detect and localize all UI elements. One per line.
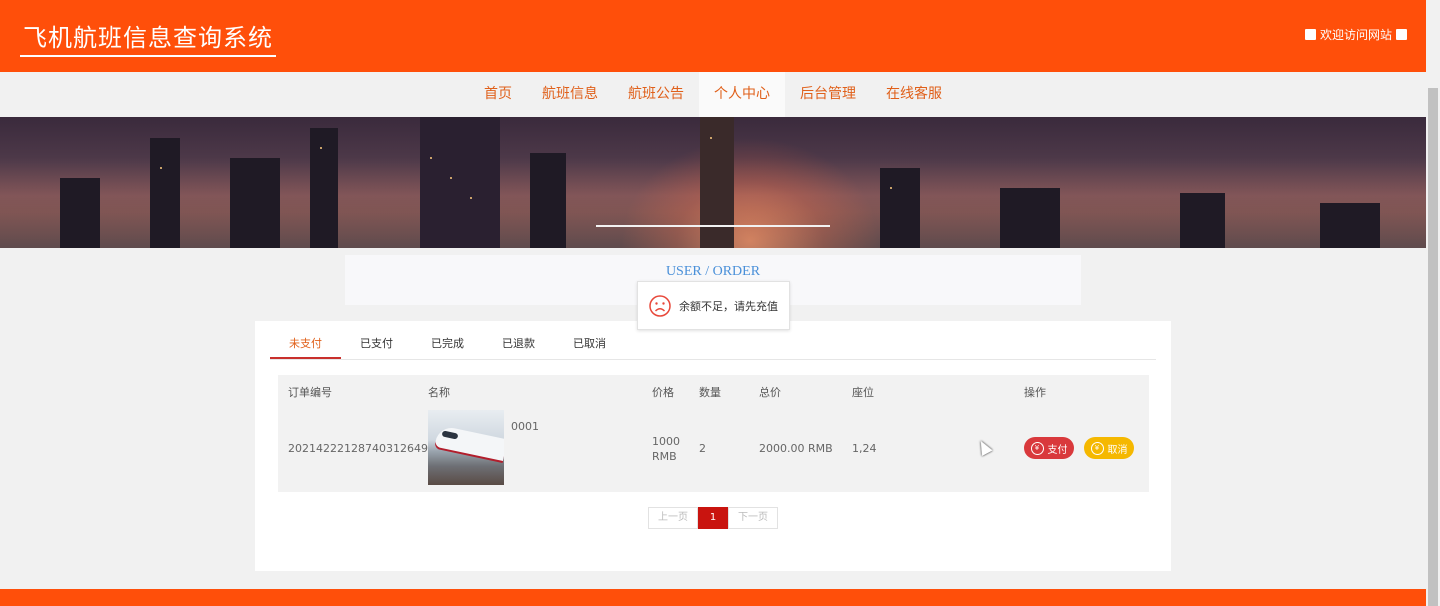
window-light bbox=[160, 167, 162, 169]
cell-price-amount: 1000 bbox=[652, 435, 680, 448]
pay-button-label: 支付 bbox=[1047, 444, 1068, 456]
site-header: 飞机航班信息查询系统 欢迎访问网站 bbox=[0, 0, 1426, 72]
checkbox-left-icon[interactable] bbox=[1304, 29, 1316, 40]
nav-item-online-service[interactable]: 在线客服 bbox=[871, 72, 957, 117]
building-shape bbox=[1000, 188, 1060, 248]
building-shape bbox=[150, 138, 180, 248]
toast-message: 余额不足，请先充值 bbox=[637, 281, 790, 330]
tab-refunded[interactable]: 已退款 bbox=[483, 331, 554, 359]
cell-total: 2000.00 RMB bbox=[759, 442, 833, 455]
page-number-current[interactable]: 1 bbox=[698, 507, 728, 529]
cell-order-no: 20214222128740312649 bbox=[288, 442, 428, 455]
header-action: 操作 bbox=[1024, 386, 1046, 399]
window-light bbox=[320, 147, 322, 149]
nav-item-flight-info[interactable]: 航班信息 bbox=[527, 72, 613, 117]
window-light bbox=[710, 137, 712, 139]
building-shape bbox=[230, 158, 280, 248]
header-name: 名称 bbox=[428, 386, 450, 399]
window-light bbox=[430, 157, 432, 159]
window-light bbox=[470, 197, 472, 199]
welcome-text: 欢迎访问网站 bbox=[1319, 28, 1392, 42]
section-title: USER / ORDER bbox=[665, 264, 761, 279]
site-footer bbox=[0, 589, 1426, 606]
header-order-no: 订单编号 bbox=[288, 386, 332, 399]
tab-cancelled[interactable]: 已取消 bbox=[554, 331, 625, 359]
cancel-button[interactable]: ¥ 取消 bbox=[1084, 437, 1134, 459]
tab-unpaid[interactable]: 未支付 bbox=[270, 331, 341, 359]
sad-face-icon bbox=[649, 294, 671, 317]
cell-name[interactable]: 0001 bbox=[511, 420, 539, 433]
building-shape bbox=[700, 117, 734, 248]
window-light bbox=[890, 187, 892, 189]
building-shape bbox=[1320, 203, 1380, 248]
banner-indicator-bar[interactable] bbox=[596, 225, 830, 227]
order-panel: 未支付 已支付 已完成 已退款 已取消 订单编号 名称 价格 数量 总价 座位 … bbox=[255, 321, 1171, 571]
building-shape bbox=[420, 117, 500, 248]
header-seat: 座位 bbox=[852, 386, 874, 399]
header-price: 价格 bbox=[652, 386, 674, 399]
nav-item-admin[interactable]: 后台管理 bbox=[785, 72, 871, 117]
nav-item-home[interactable]: 首页 bbox=[469, 72, 527, 117]
cell-price-unit: RMB bbox=[652, 450, 677, 463]
yen-icon: ¥ bbox=[1090, 441, 1104, 455]
pagination: 上一页 1 下一页 bbox=[648, 507, 778, 529]
prev-page-button[interactable]: 上一页 bbox=[648, 507, 698, 529]
tab-paid[interactable]: 已支付 bbox=[341, 331, 412, 359]
welcome-area: 欢迎访问网站 bbox=[1301, 26, 1411, 43]
building-shape bbox=[530, 153, 566, 248]
header-qty: 数量 bbox=[699, 386, 721, 399]
checkbox-right-icon[interactable] bbox=[1396, 29, 1407, 40]
site-title[interactable]: 飞机航班信息查询系统 bbox=[20, 18, 276, 57]
header-total: 总价 bbox=[759, 386, 781, 399]
order-tabs: 未支付 已支付 已完成 已退款 已取消 bbox=[270, 331, 1156, 360]
cancel-button-label: 取消 bbox=[1107, 444, 1128, 456]
scrollbar-thumb[interactable] bbox=[1428, 88, 1438, 606]
building-shape bbox=[60, 178, 100, 248]
next-page-button[interactable]: 下一页 bbox=[728, 507, 778, 529]
building-shape bbox=[1180, 193, 1225, 248]
pay-button[interactable]: ¥ 支付 bbox=[1024, 437, 1074, 459]
product-thumbnail[interactable] bbox=[428, 410, 504, 485]
window-light bbox=[450, 177, 452, 179]
building-shape bbox=[880, 168, 920, 248]
cell-seat: 1,24 bbox=[852, 442, 877, 455]
nav-item-flight-notice[interactable]: 航班公告 bbox=[613, 72, 699, 117]
building-shape bbox=[310, 128, 338, 248]
city-banner-image bbox=[0, 117, 1426, 248]
toast-text: 余额不足，请先充值 bbox=[679, 299, 778, 313]
tab-completed[interactable]: 已完成 bbox=[412, 331, 483, 359]
cell-qty: 2 bbox=[699, 442, 706, 455]
order-table: 订单编号 名称 价格 数量 总价 座位 操作 20214222128740312… bbox=[278, 375, 1149, 492]
nav-item-personal-center[interactable]: 个人中心 bbox=[699, 72, 785, 117]
main-nav: 首页 航班信息 航班公告 个人中心 后台管理 在线客服 bbox=[0, 72, 1426, 117]
yen-icon: ¥ bbox=[1030, 441, 1044, 455]
